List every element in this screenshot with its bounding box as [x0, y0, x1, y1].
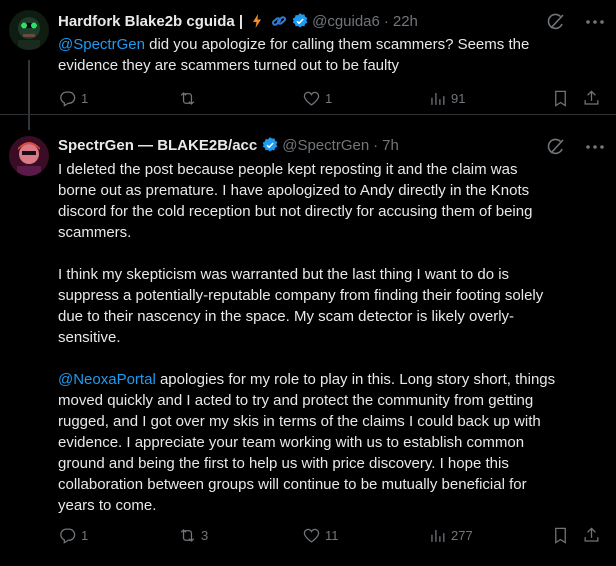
more-options-icon[interactable] — [584, 12, 606, 32]
paragraph-3: @NeoxaPortal apologies for my role to pl… — [58, 369, 606, 516]
tweet-text-line: suppress a potentially-reputable company… — [58, 287, 544, 304]
tweet-text-line: borne out as premature. I have apologize… — [58, 182, 530, 199]
tweet-text-line: did you apologize for calling them scamm… — [144, 36, 530, 53]
tweet-text-line: apologies for my role to play in this. L… — [155, 371, 556, 388]
reply-button[interactable]: 1 — [58, 89, 88, 108]
tweet-text: @SpectrGen did you apologize for calling… — [58, 34, 606, 76]
lightning-emoji-icon — [249, 13, 265, 29]
separator-dot: · — [383, 12, 389, 30]
bookmark-button[interactable] — [551, 526, 570, 545]
tweet-hardfork[interactable]: Hardfork Blake2b cguida | @cguida6 · 22h… — [0, 0, 616, 115]
views-button[interactable]: 91 — [428, 89, 465, 108]
bookmark-button[interactable] — [551, 89, 570, 108]
reply-icon — [60, 91, 76, 107]
like-button[interactable]: 1 — [302, 89, 332, 108]
author-name[interactable]: Hardfork Blake2b cguida | — [58, 13, 243, 30]
retweet-icon — [180, 92, 195, 105]
mention-link[interactable]: @NeoxaPortal — [58, 371, 156, 388]
tweet-text-line: evidence they are scammers turned out to… — [58, 57, 400, 74]
tweet-text-line: years to come. — [58, 497, 157, 514]
author-name[interactable]: SpectrGen — BLAKE2B/acc — [58, 137, 257, 154]
reply-icon — [60, 528, 76, 544]
tweet-text-line: evidence. I appreciate your team working… — [58, 434, 525, 451]
reply-count: 1 — [81, 91, 89, 106]
author-handle[interactable]: @cguida6 — [312, 13, 380, 30]
tweet-divider — [0, 114, 616, 115]
tweet-text-line: due to their nascency in the space. My s… — [58, 308, 515, 325]
bookmark-icon — [555, 90, 566, 107]
timestamp[interactable]: 22h — [393, 13, 418, 30]
avatar[interactable] — [9, 10, 49, 50]
like-count: 11 — [325, 528, 339, 543]
like-count: 1 — [325, 91, 333, 106]
tweet-spectrgen[interactable]: SpectrGen — BLAKE2B/acc @SpectrGen · 7h … — [0, 126, 616, 566]
tweet-actions: 1 3 11 277 — [58, 526, 606, 548]
avatar[interactable] — [9, 136, 49, 176]
tweet-text-line: scammers. — [58, 224, 132, 241]
retweet-icon — [180, 529, 195, 542]
grok-icon[interactable] — [546, 137, 566, 157]
tweet-text-line: discord for the cold reception but not d… — [58, 203, 533, 220]
tweet-text-line: I think my skepticism was warranted but … — [58, 266, 510, 283]
tweet-text-line: ground and being the first to help us wi… — [58, 455, 509, 472]
bookmark-icon — [555, 527, 566, 544]
mention-link[interactable]: @SpectrGen — [58, 36, 145, 53]
paragraph-1: I deleted the post because people kept r… — [58, 159, 606, 243]
reply-button[interactable]: 1 — [58, 526, 88, 545]
tweet-text-line: sensitive. — [58, 329, 121, 346]
verified-badge-icon — [291, 12, 309, 30]
share-button[interactable] — [582, 89, 601, 108]
tweet-text-line: moved quickly and I acted to try and pro… — [58, 392, 534, 409]
grok-icon[interactable] — [546, 12, 566, 32]
chain-link-emoji-icon — [271, 13, 287, 29]
views-button[interactable]: 277 — [428, 526, 473, 545]
heart-icon — [303, 528, 320, 543]
verified-badge-icon — [261, 136, 279, 154]
tweet-header: Hardfork Blake2b cguida | @cguida6 · 22h — [58, 10, 418, 32]
more-options-icon[interactable] — [584, 137, 606, 157]
heart-icon — [303, 91, 320, 106]
retweet-button[interactable]: 3 — [178, 526, 208, 545]
tweet-header: SpectrGen — BLAKE2B/acc @SpectrGen · 7h — [58, 134, 399, 156]
share-icon — [584, 90, 599, 105]
separator-dot: · — [373, 136, 379, 154]
views-bar-chart-icon — [431, 529, 445, 542]
view-count: 91 — [451, 91, 466, 106]
like-button[interactable]: 11 — [302, 526, 339, 545]
share-icon — [584, 527, 599, 542]
tweet-actions: 1 1 91 — [58, 89, 606, 111]
retweet-button[interactable] — [178, 89, 201, 108]
paragraph-2: I think my skepticism was warranted but … — [58, 264, 606, 348]
share-button[interactable] — [582, 526, 601, 545]
view-count: 277 — [451, 528, 473, 543]
tweet-text-line: rugged, and I got over my skis in terms … — [58, 413, 541, 430]
tweet-text-line: I deleted the post because people kept r… — [58, 161, 518, 178]
tweet-text-line: collaboration between groups will contin… — [58, 476, 527, 493]
views-bar-chart-icon — [431, 92, 445, 105]
tweet-text: I deleted the post because people kept r… — [58, 159, 606, 516]
timestamp[interactable]: 7h — [382, 137, 399, 154]
author-handle[interactable]: @SpectrGen — [282, 137, 369, 154]
reply-count: 1 — [81, 528, 89, 543]
retweet-count: 3 — [201, 528, 209, 543]
